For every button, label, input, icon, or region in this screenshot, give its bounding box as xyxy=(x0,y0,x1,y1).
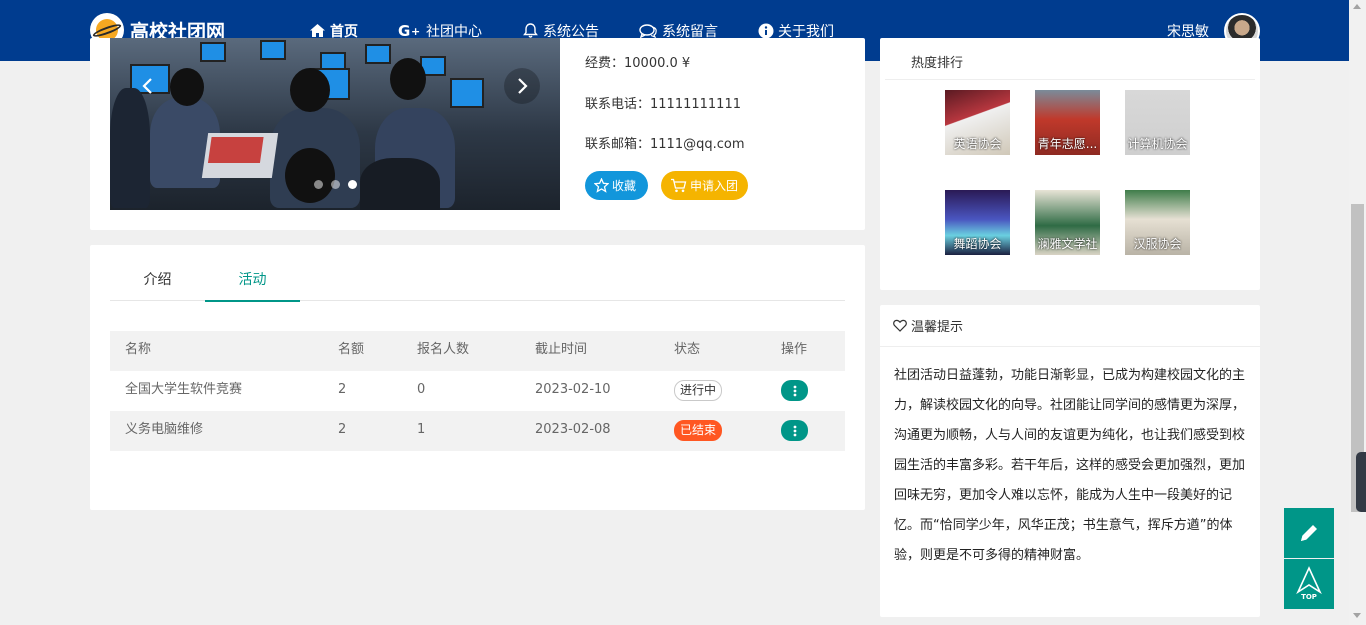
phone-label: 联系电话： xyxy=(585,97,651,112)
hot-club-item[interactable]: 计算机协会 xyxy=(1125,90,1190,155)
carousel-dot-active[interactable] xyxy=(348,180,357,189)
table-header-row: 名称 名额 报名人数 截止时间 状态 操作 xyxy=(110,331,845,371)
carousel-dot[interactable] xyxy=(331,180,340,189)
hot-club-name: 计算机协会 xyxy=(1127,137,1188,151)
activity-signed: 1 xyxy=(417,422,426,437)
scroll-up-arrow-icon[interactable] xyxy=(1353,4,1361,9)
hot-club-name: 青年志愿... xyxy=(1037,137,1098,151)
arrow-up-icon xyxy=(1296,566,1322,595)
activity-quota: 2 xyxy=(338,422,347,437)
hot-ranking-card: 热度排行 英语协会 青年志愿... 计算机协会 舞蹈协会 澜雅文学社 汉服协会 xyxy=(880,38,1260,290)
club-phone: 联系电话：11111111111 xyxy=(585,93,741,112)
email-label: 联系邮箱： xyxy=(585,137,651,152)
activity-name: 全国大学生软件竞赛 xyxy=(125,382,243,397)
chevron-right-icon xyxy=(518,78,528,94)
star-icon xyxy=(594,178,609,193)
tab-activities[interactable]: 活动 xyxy=(205,265,300,302)
info-icon xyxy=(758,23,774,38)
activity-more-button[interactable] xyxy=(781,420,808,441)
edit-float-button[interactable] xyxy=(1284,508,1334,558)
apply-join-button-label: 申请入团 xyxy=(690,179,739,193)
chevron-left-icon xyxy=(142,78,152,94)
status-badge-ended: 已结束 xyxy=(674,420,723,441)
hot-club-name: 舞蹈协会 xyxy=(953,237,1002,251)
club-email: 联系邮箱：1111@qq.com xyxy=(585,133,745,152)
tips-body: 社团活动日益蓬勃，功能日渐彰显，已成为构建校园文化的主力，解读校园文化的向导。社… xyxy=(894,368,1246,563)
activity-actions-cell xyxy=(781,411,808,451)
tab-intro[interactable]: 介绍 xyxy=(110,265,205,301)
google-plus-icon: G + xyxy=(398,23,420,39)
back-to-top-button[interactable]: TOP xyxy=(1284,559,1334,609)
activity-deadline: 2023-02-08 xyxy=(535,422,611,437)
pencil-icon xyxy=(1301,525,1317,541)
col-header-status: 状态 xyxy=(674,342,701,357)
chat-icon xyxy=(639,23,657,38)
hot-club-item[interactable]: 青年志愿... xyxy=(1035,90,1100,155)
club-info-card: 经费：10000.0 ¥ 联系电话：11111111111 联系邮箱：1111@… xyxy=(90,38,865,230)
hot-club-name: 英语协会 xyxy=(953,137,1002,151)
activity-status-cell: 进行中 xyxy=(674,371,723,411)
col-header-deadline: 截止时间 xyxy=(535,342,588,357)
svg-text:+: + xyxy=(411,25,420,38)
hot-club-name: 澜雅文学社 xyxy=(1037,237,1098,251)
carousel-dot[interactable] xyxy=(314,180,323,189)
detail-tabs: 介绍 活动 xyxy=(110,265,845,302)
col-header-name: 名称 xyxy=(125,342,152,357)
carousel-next-button[interactable] xyxy=(504,68,540,104)
hot-club-item[interactable]: 澜雅文学社 xyxy=(1035,190,1100,255)
activity-deadline: 2023-02-10 xyxy=(535,382,611,397)
favorite-button-label: 收藏 xyxy=(612,179,637,193)
activity-name: 义务电脑维修 xyxy=(125,422,204,437)
svg-text:G: G xyxy=(398,23,410,39)
activity-quota: 2 xyxy=(338,382,347,397)
table-row: 义务电脑维修 2 1 2023-02-08 已结束 xyxy=(110,411,845,451)
home-icon xyxy=(310,24,325,37)
back-to-top-label: TOP xyxy=(1301,593,1317,601)
carousel-indicators xyxy=(314,180,357,189)
phone-value: 11111111111 xyxy=(650,97,741,112)
email-value: 1111@qq.com xyxy=(650,137,745,152)
hot-ranking-header: 热度排行 xyxy=(885,38,1255,80)
col-header-signed: 报名人数 xyxy=(417,342,470,357)
tips-title: 温馨提示 xyxy=(911,320,964,335)
hot-ranking-title: 热度排行 xyxy=(911,56,964,71)
club-photo-carousel[interactable] xyxy=(110,38,560,210)
status-badge-running: 进行中 xyxy=(674,380,723,401)
heart-icon xyxy=(893,319,907,332)
favorite-button[interactable]: 收藏 xyxy=(585,171,648,200)
apply-join-button[interactable]: 申请入团 xyxy=(661,171,748,200)
activities-table: 名称 名额 报名人数 截止时间 状态 操作 全国大学生软件竞赛 2 0 2023… xyxy=(110,331,845,451)
bell-icon xyxy=(523,23,538,38)
club-fee: 经费：10000.0 ¥ xyxy=(585,56,691,71)
hot-club-item[interactable]: 汉服协会 xyxy=(1125,190,1190,255)
more-vertical-icon xyxy=(793,425,796,436)
more-vertical-icon xyxy=(793,385,796,396)
club-detail-card: 介绍 活动 名称 名额 报名人数 截止时间 状态 操作 全国大学生软件竞赛 2 … xyxy=(90,245,865,510)
activity-signed: 0 xyxy=(417,382,426,397)
activity-more-button[interactable] xyxy=(781,380,808,401)
col-header-quota: 名额 xyxy=(338,342,365,357)
hot-club-name: 汉服协会 xyxy=(1133,237,1182,251)
hot-club-item[interactable]: 英语协会 xyxy=(945,90,1010,155)
col-header-actions: 操作 xyxy=(781,342,808,357)
hot-club-item[interactable]: 舞蹈协会 xyxy=(945,190,1010,255)
activity-actions-cell xyxy=(781,371,808,411)
side-tool-widget[interactable] xyxy=(1356,452,1366,512)
scroll-down-arrow-icon[interactable] xyxy=(1353,613,1361,618)
carousel-prev-button[interactable] xyxy=(130,68,166,104)
tips-header: 温馨提示 xyxy=(880,305,1260,347)
table-row: 全国大学生软件竞赛 2 0 2023-02-10 进行中 xyxy=(110,371,845,411)
activity-status-cell: 已结束 xyxy=(674,411,723,451)
cart-icon xyxy=(671,178,687,193)
tips-card: 温馨提示 社团活动日益蓬勃，功能日渐彰显，已成为构建校园文化的主力，解读校园文化… xyxy=(880,305,1260,617)
